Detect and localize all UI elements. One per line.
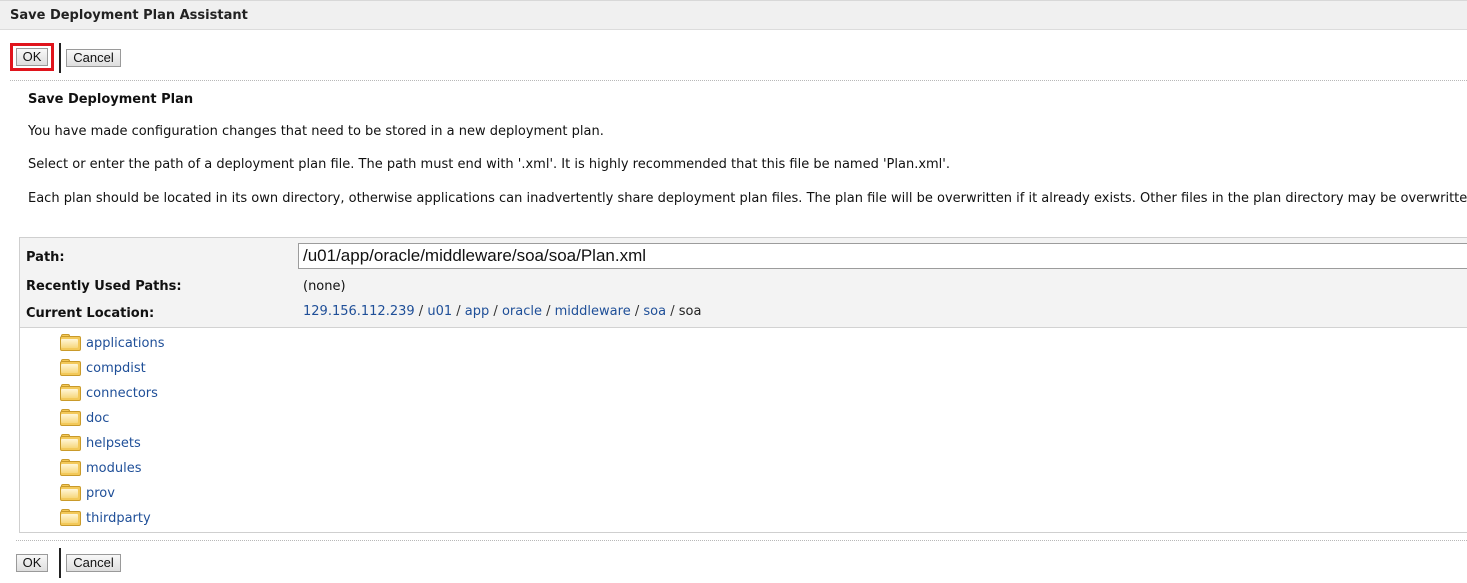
cancel-button[interactable]: Cancel xyxy=(66,49,121,67)
window-title: Save Deployment Plan Assistant xyxy=(10,8,248,23)
plan-location-warning-text: Each plan should be located in its own d… xyxy=(28,191,1467,206)
section-title: Save Deployment Plan xyxy=(28,92,194,107)
bottom-button-bar: OK Cancel xyxy=(10,548,210,580)
crumb-separator: / xyxy=(456,304,461,319)
cancel-button[interactable]: Cancel xyxy=(66,554,121,572)
folder-link[interactable]: thirdparty xyxy=(86,511,151,526)
crumb-separator: / xyxy=(634,304,640,319)
divider xyxy=(10,80,1467,81)
folder-icon xyxy=(60,509,81,526)
crumb-oracle[interactable]: oracle xyxy=(502,304,542,319)
intro-text: You have made configuration changes that… xyxy=(28,124,604,139)
folder-link[interactable]: compdist xyxy=(86,361,146,376)
ok-button[interactable]: OK xyxy=(16,554,48,572)
folder-icon xyxy=(60,384,81,401)
crumb-middleware[interactable]: middleware xyxy=(555,304,631,319)
crumb-separator: / xyxy=(670,304,675,319)
folder-link[interactable]: prov xyxy=(86,486,115,501)
location-breadcrumb: 129.156.112.239 / u01 / app / oracle / m… xyxy=(303,304,701,319)
crumb-app[interactable]: app xyxy=(465,304,489,319)
path-label: Path: xyxy=(26,250,65,265)
folder-link[interactable]: connectors xyxy=(86,386,158,401)
recent-paths-label: Recently Used Paths: xyxy=(26,279,182,294)
folder-link[interactable]: doc xyxy=(86,411,109,426)
folder-icon xyxy=(60,359,81,376)
ok-button[interactable]: OK xyxy=(16,48,48,66)
folder-icon xyxy=(60,334,81,351)
button-separator xyxy=(59,548,61,578)
title-bar: Save Deployment Plan Assistant xyxy=(0,0,1467,30)
path-input[interactable] xyxy=(298,243,1467,269)
crumb-u01[interactable]: u01 xyxy=(427,304,452,319)
top-button-bar: OK Cancel xyxy=(10,43,210,75)
folder-icon xyxy=(60,484,81,501)
folder-link[interactable]: modules xyxy=(86,461,142,476)
current-location-label: Current Location: xyxy=(26,306,155,321)
folder-link[interactable]: applications xyxy=(86,336,164,351)
folder-icon xyxy=(60,434,81,451)
form-header: Path: Recently Used Paths: (none) Curren… xyxy=(20,238,1467,328)
crumb-host[interactable]: 129.156.112.239 xyxy=(303,304,415,319)
divider xyxy=(16,540,1467,541)
recent-paths-value: (none) xyxy=(303,279,346,294)
folder-icon xyxy=(60,409,81,426)
folder-icon xyxy=(60,459,81,476)
crumb-separator: / xyxy=(418,304,424,319)
path-instructions-text: Select or enter the path of a deployment… xyxy=(28,157,951,172)
folder-link[interactable]: helpsets xyxy=(86,436,141,451)
button-separator xyxy=(59,43,61,73)
crumb-separator: / xyxy=(493,304,498,319)
plan-path-form: Path: Recently Used Paths: (none) Curren… xyxy=(19,237,1467,533)
crumb-soa[interactable]: soa xyxy=(643,304,666,319)
crumb-separator: / xyxy=(546,304,551,319)
crumb-current: soa xyxy=(678,304,702,319)
